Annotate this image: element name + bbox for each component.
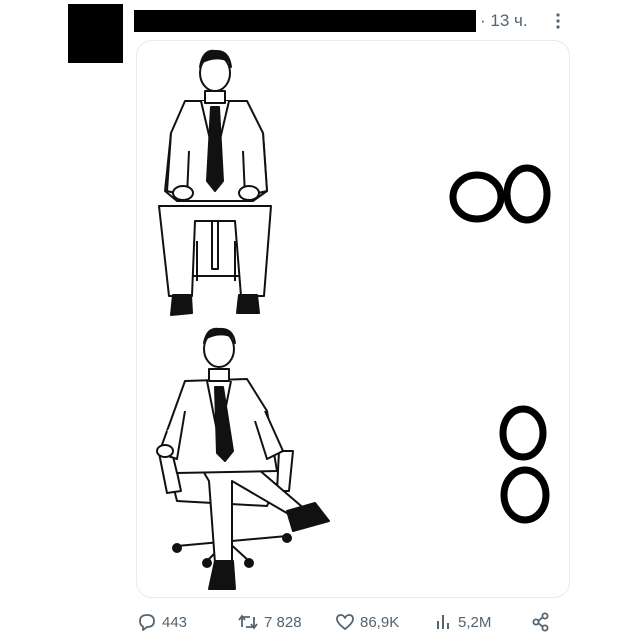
post-time[interactable]: 13 ч. (490, 11, 527, 30)
repost-count: 7 828 (264, 613, 302, 631)
repost-button[interactable]: 7 828 (236, 608, 302, 636)
more-dots-icon (556, 13, 560, 29)
reply-count: 443 (162, 613, 188, 631)
bar-chart-icon (437, 615, 449, 629)
more-button[interactable] (548, 9, 568, 33)
views-button[interactable]: 5,2M (434, 608, 491, 636)
like-button[interactable]: 86,9K (334, 608, 399, 636)
heart-icon (336, 614, 354, 630)
meme-illustration (156, 49, 551, 590)
author-name-redacted[interactable] (134, 10, 476, 32)
speech-bubble-icon (139, 614, 155, 631)
action-bar: 443 7 828 86,9K 5,2M (136, 608, 556, 636)
sitting-upright-man (158, 49, 272, 316)
share-button[interactable] (530, 608, 556, 636)
symbol-8 (499, 405, 550, 524)
cross-legged-man (156, 327, 330, 590)
post-meta: · 13 ч. (480, 9, 528, 33)
meta-separator: · (480, 11, 486, 30)
view-count: 5,2M (458, 613, 492, 631)
repost-arrows-icon (238, 614, 258, 630)
post-image[interactable]: oo 8 (136, 40, 570, 598)
avatar[interactable] (68, 4, 123, 63)
reply-button[interactable]: 443 (136, 608, 187, 636)
like-count: 86,9K (360, 613, 400, 631)
share-icon (532, 612, 549, 632)
symbol-oo (449, 164, 551, 224)
